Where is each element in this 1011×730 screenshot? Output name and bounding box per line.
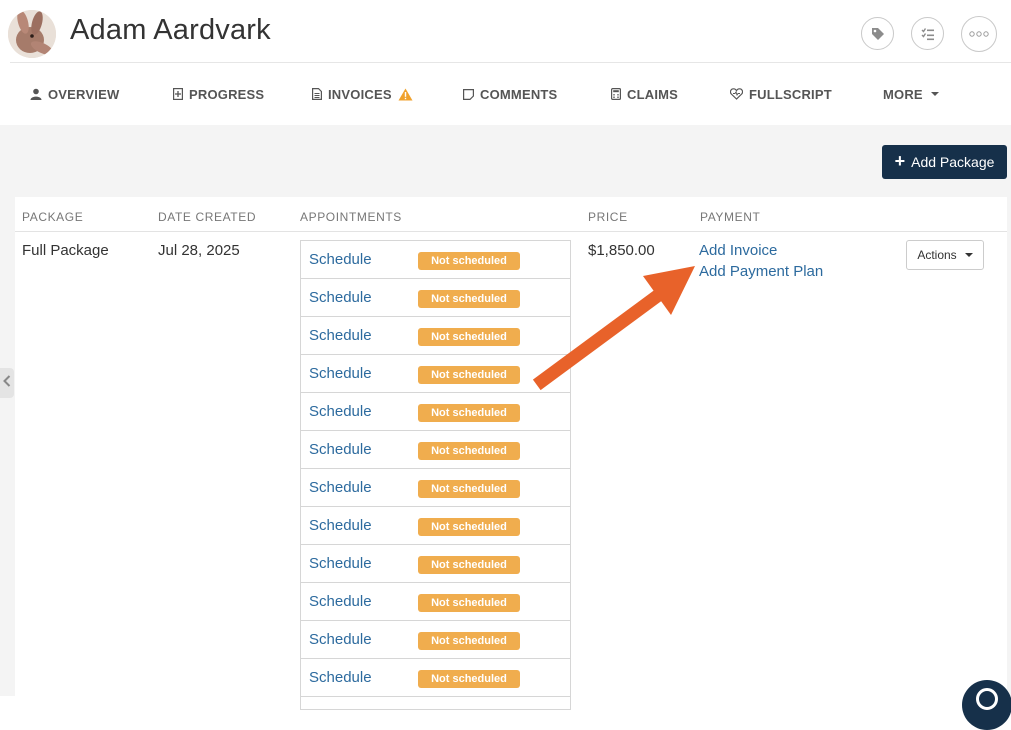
list-item: Schedule Not scheduled xyxy=(301,469,570,507)
list-item: Schedule Not scheduled xyxy=(301,317,570,355)
package-price: $1,850.00 xyxy=(588,242,655,259)
patient-name: Adam Aardvark xyxy=(70,14,271,46)
checklist-icon xyxy=(921,27,935,41)
schedule-link[interactable]: Schedule xyxy=(309,631,372,648)
plus-icon: + xyxy=(894,151,906,171)
tab-comments-label: COMMENTS xyxy=(480,86,558,102)
list-item: Schedule Not scheduled xyxy=(301,431,570,469)
tag-button[interactable] xyxy=(861,17,894,50)
add-payment-plan-link[interactable]: Add Payment Plan xyxy=(699,263,823,280)
warning-icon xyxy=(398,88,413,101)
status-badge: Not scheduled xyxy=(418,404,520,422)
add-package-button[interactable]: + Add Package xyxy=(882,145,1007,179)
tab-bar: OVERVIEW PROGRESS INVOICES COMMENTS CLAI… xyxy=(0,63,1011,125)
schedule-link[interactable]: Schedule xyxy=(309,441,372,458)
tab-more-label: MORE xyxy=(883,86,923,102)
comment-icon xyxy=(463,88,474,100)
actions-label: Actions xyxy=(917,248,957,262)
column-header-package: PACKAGE xyxy=(22,210,84,224)
schedule-link[interactable]: Schedule xyxy=(309,517,372,534)
list-item: Schedule Not scheduled xyxy=(301,355,570,393)
status-badge: Not scheduled xyxy=(418,594,520,612)
status-badge: Not scheduled xyxy=(418,442,520,460)
status-badge: Not scheduled xyxy=(418,480,520,498)
avatar[interactable] xyxy=(8,10,56,58)
status-badge: Not scheduled xyxy=(418,252,520,270)
schedule-link[interactable]: Schedule xyxy=(309,365,372,382)
column-header-price: PRICE xyxy=(588,210,628,224)
invoice-doc-icon xyxy=(312,88,322,100)
list-item: Schedule Not scheduled xyxy=(301,393,570,431)
tab-fullscript[interactable]: FULLSCRIPT xyxy=(730,63,832,125)
list-item: Schedule Not scheduled xyxy=(301,545,570,583)
tab-more[interactable]: MORE xyxy=(883,63,939,125)
list-item: Schedule Not scheduled xyxy=(301,659,570,697)
tab-overview[interactable]: OVERVIEW xyxy=(30,63,119,125)
sidebar-collapse-toggle[interactable] xyxy=(0,368,14,398)
chat-support-button[interactable] xyxy=(962,680,1011,730)
date-created: Jul 28, 2025 xyxy=(158,242,240,259)
tab-invoices[interactable]: INVOICES xyxy=(312,63,413,125)
calculator-icon xyxy=(611,88,621,100)
schedule-link[interactable]: Schedule xyxy=(309,555,372,572)
heart-icon xyxy=(730,88,743,100)
tab-claims-label: CLAIMS xyxy=(627,86,679,102)
tab-overview-label: OVERVIEW xyxy=(48,86,120,102)
progress-doc-icon xyxy=(173,88,183,100)
tasks-button[interactable] xyxy=(911,17,944,50)
status-badge: Not scheduled xyxy=(418,632,520,650)
tag-icon xyxy=(871,27,885,41)
actions-dropdown[interactable]: Actions xyxy=(906,240,984,270)
list-item: Schedule Not scheduled xyxy=(301,241,570,279)
schedule-link[interactable]: Schedule xyxy=(309,289,372,306)
column-header-appointments: APPOINTMENTS xyxy=(300,210,402,224)
schedule-link[interactable]: Schedule xyxy=(309,403,372,420)
status-badge: Not scheduled xyxy=(418,366,520,384)
status-badge: Not scheduled xyxy=(418,518,520,536)
tab-progress[interactable]: PROGRESS xyxy=(173,63,264,125)
add-package-label: Add Package xyxy=(911,154,995,170)
tab-progress-label: PROGRESS xyxy=(189,86,265,102)
tab-comments[interactable]: COMMENTS xyxy=(463,63,557,125)
list-item: Schedule Not scheduled xyxy=(301,583,570,621)
chevron-left-icon xyxy=(3,374,11,392)
schedule-link[interactable]: Schedule xyxy=(309,251,372,268)
list-item: Schedule Not scheduled xyxy=(301,621,570,659)
add-invoice-link[interactable]: Add Invoice xyxy=(699,242,777,259)
status-badge: Not scheduled xyxy=(418,290,520,308)
status-badge: Not scheduled xyxy=(418,670,520,688)
package-name: Full Package xyxy=(22,242,109,259)
column-header-payment: PAYMENT xyxy=(700,210,761,224)
schedule-link[interactable]: Schedule xyxy=(309,669,372,686)
caret-down-icon xyxy=(930,92,939,96)
tab-claims[interactable]: CLAIMS xyxy=(611,63,678,125)
schedule-link[interactable]: Schedule xyxy=(309,593,372,610)
list-item: Schedule Not scheduled xyxy=(301,507,570,545)
list-item: Schedule Not scheduled xyxy=(301,279,570,317)
appointments-list: Schedule Not scheduled Schedule Not sche… xyxy=(300,240,571,710)
status-badge: Not scheduled xyxy=(418,328,520,346)
tab-invoices-label: INVOICES xyxy=(328,86,392,102)
tab-fullscript-label: FULLSCRIPT xyxy=(749,86,832,102)
user-icon xyxy=(30,88,42,100)
schedule-link[interactable]: Schedule xyxy=(309,327,372,344)
chat-icon xyxy=(976,688,998,710)
status-badge: Not scheduled xyxy=(418,556,520,574)
more-options-button[interactable] xyxy=(961,16,997,52)
column-header-date-created: DATE CREATED xyxy=(158,210,257,224)
patient-header: Adam Aardvark xyxy=(0,0,1011,62)
more-dots-icon xyxy=(968,30,990,38)
caret-down-icon xyxy=(964,253,973,257)
table-header-divider xyxy=(15,231,1007,232)
schedule-link[interactable]: Schedule xyxy=(309,479,372,496)
